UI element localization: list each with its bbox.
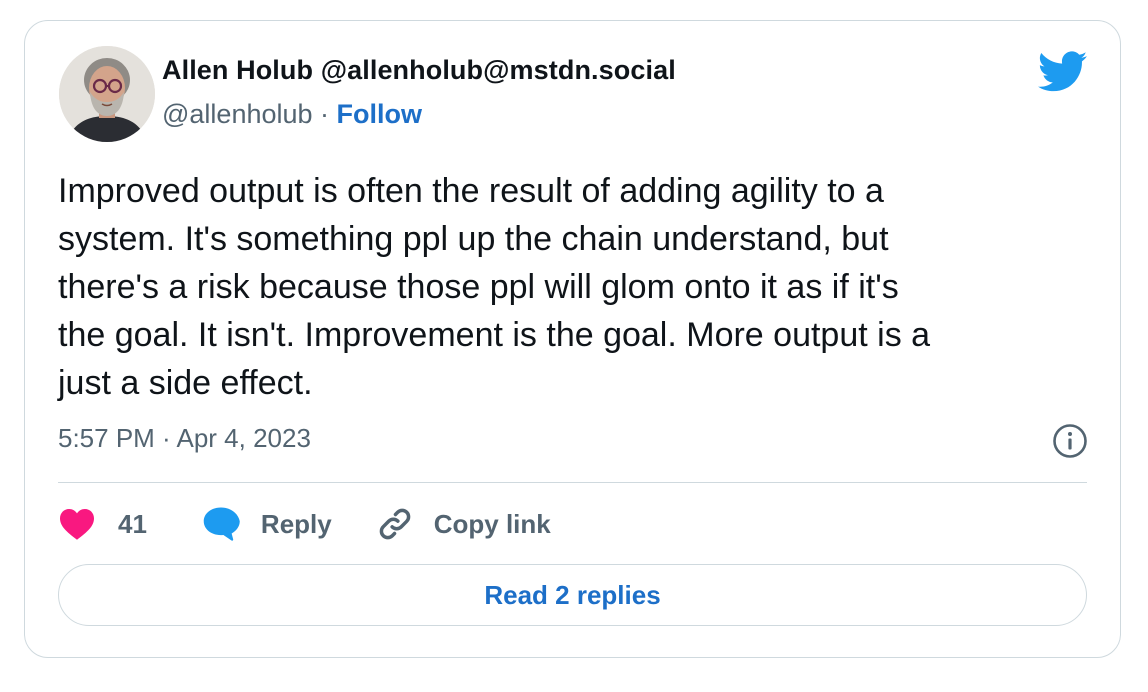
- like-count: 41: [118, 508, 147, 539]
- avatar-image: [59, 46, 155, 142]
- avatar[interactable]: [59, 46, 155, 142]
- like-button[interactable]: 41: [58, 507, 147, 541]
- twitter-bird-icon[interactable]: [1038, 51, 1088, 93]
- handle-separator: ·: [312, 99, 337, 129]
- author-handle-row: @allenholub · Follow: [162, 99, 422, 130]
- tweet-text: Improved output is often the result of a…: [58, 172, 931, 402]
- copy-link-button[interactable]: Copy link: [376, 505, 551, 543]
- divider: [58, 482, 1087, 483]
- reply-label: Reply: [260, 508, 332, 539]
- author-handle[interactable]: @allenholub: [162, 99, 313, 129]
- info-icon[interactable]: [1052, 423, 1088, 459]
- tweet-card: Allen Holub @allenholub@mstdn.social @al…: [24, 20, 1121, 658]
- reply-button[interactable]: Reply: [201, 506, 332, 542]
- follow-button[interactable]: Follow: [337, 99, 422, 129]
- link-icon: [379, 508, 410, 540]
- tweet-timestamp[interactable]: 5:57 PM · Apr 4, 2023: [58, 423, 311, 454]
- speech-bubble-icon: [203, 507, 240, 541]
- copy-link-label: Copy link: [433, 508, 551, 539]
- read-replies-button[interactable]: Read 2 replies: [58, 564, 1087, 626]
- action-bar: 41 Reply Copy link: [58, 501, 551, 547]
- heart-icon: [60, 509, 94, 540]
- author-display-name[interactable]: Allen Holub @allenholub@mstdn.social: [162, 55, 676, 86]
